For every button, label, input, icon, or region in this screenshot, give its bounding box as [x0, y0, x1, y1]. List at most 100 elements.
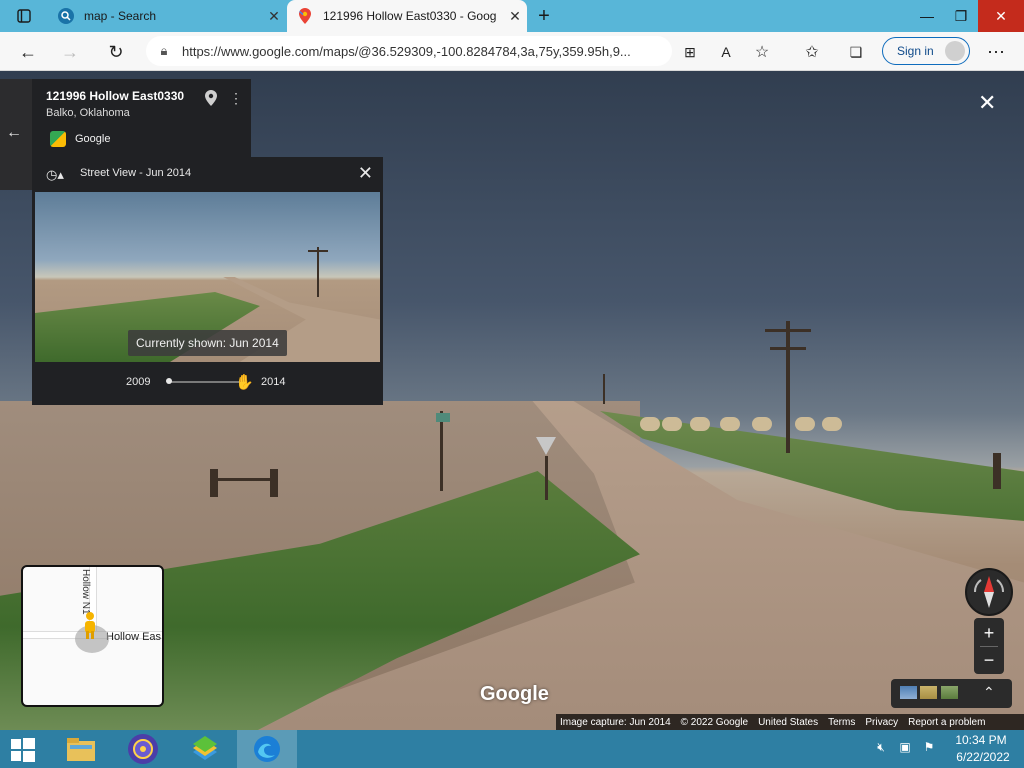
image-capture-date: Image capture: Jun 2014 — [560, 716, 671, 728]
place-subtitle: Balko, Oklahoma — [46, 107, 130, 119]
sign-in-button[interactable]: Sign in — [882, 37, 970, 65]
time-machine-panel: ◷▴ Street View - Jun 2014 ✕ Currently sh… — [32, 157, 383, 405]
imagery-thumbnail[interactable] — [920, 686, 937, 699]
fence-rail — [212, 478, 274, 481]
privacy-link[interactable]: Privacy — [865, 717, 904, 728]
contributor-label[interactable]: Google — [75, 133, 110, 145]
close-icon[interactable]: ✕ — [358, 163, 373, 184]
chevron-up-icon[interactable]: ⌃ — [983, 684, 995, 701]
tab-search[interactable]: map - Search ✕ — [48, 0, 286, 32]
time-machine-title: Street View - Jun 2014 — [80, 167, 192, 179]
collections-icon[interactable]: ❏ — [842, 38, 870, 66]
google-contributor-icon — [50, 131, 66, 147]
slider-handle-hand-icon[interactable]: ✋ — [235, 373, 254, 391]
hay-bale — [690, 417, 710, 431]
hay-bale — [640, 417, 660, 431]
hay-bale — [795, 417, 815, 431]
pegman-icon[interactable] — [83, 611, 97, 641]
minimap-road-label: Hollow N1 — [80, 569, 91, 615]
preview-utility-crossarm — [308, 250, 328, 252]
google-logo: Google — [480, 683, 549, 705]
action-center-flag-icon[interactable]: ⚑ — [921, 740, 937, 756]
sign-in-label: Sign in — [897, 44, 934, 58]
restore-icon[interactable]: ❐ — [944, 0, 978, 32]
zoom-in-button[interactable]: + — [974, 620, 1004, 646]
address-bar[interactable]: 🔒︎ https://www.google.com/maps/@36.52930… — [146, 36, 672, 66]
tab-google-maps[interactable]: 121996 Hollow East0330 - Goog ✕ — [287, 0, 527, 32]
taskbar: 🔇︎ ▣ ⚑ — [0, 730, 1024, 768]
lock-icon: 🔒︎ — [160, 43, 168, 58]
favorites-icon[interactable]: ✩ — [798, 38, 826, 66]
windows-start-icon[interactable] — [10, 737, 36, 763]
place-title: 121996 Hollow East0330 — [46, 89, 185, 103]
utility-pole-crossarm — [765, 329, 811, 332]
network-icon[interactable]: ▣ — [897, 740, 913, 756]
app-circle-icon[interactable] — [113, 730, 173, 768]
refresh-icon[interactable]: ↻ — [102, 38, 130, 66]
back-icon[interactable]: ← — [14, 38, 42, 66]
tab-actions-icon[interactable] — [10, 4, 38, 28]
fence-post — [993, 453, 1001, 489]
volume-muted-icon[interactable]: 🔇︎ — [873, 740, 889, 756]
yield-sign — [536, 437, 556, 455]
history-icon[interactable]: ◷▴ — [46, 167, 64, 183]
hay-bale — [822, 417, 842, 431]
window-close-icon[interactable]: ✕ — [978, 0, 1024, 32]
minimap-road-label: Hollow Eas — [106, 631, 162, 643]
browser-tab-strip: map - Search ✕ 121996 Hollow East0330 - … — [0, 0, 1024, 32]
bluestacks-icon[interactable] — [175, 730, 235, 768]
forward-icon[interactable]: → — [56, 38, 84, 66]
hay-bale — [662, 417, 682, 431]
browser-toolbar: ← → ↻ 🔒︎ https://www.google.com/maps/@36… — [0, 32, 1024, 71]
avatar — [945, 41, 965, 61]
imagery-thumbnail[interactable] — [941, 686, 958, 699]
time-machine-header: ◷▴ Street View - Jun 2014 ✕ — [32, 157, 383, 191]
hay-bale — [752, 417, 772, 431]
copyright: © 2022 Google — [680, 716, 749, 728]
file-explorer-icon[interactable] — [51, 730, 111, 768]
location-pin-icon[interactable] — [205, 90, 217, 109]
back-arrow-icon[interactable]: ← — [6, 124, 22, 142]
year-slider-tick — [166, 378, 172, 384]
preview-utility-pole — [317, 247, 319, 297]
street-sign — [436, 413, 450, 422]
fence-post — [270, 469, 278, 497]
currently-shown-caption: Currently shown: Jun 2014 — [128, 330, 287, 356]
compass-icon[interactable] — [965, 568, 1013, 616]
tab-title: 121996 Hollow East0330 - Goog — [323, 9, 497, 23]
more-options-icon[interactable]: ⋮ — [229, 90, 243, 107]
app-available-icon[interactable]: ⊞ — [676, 38, 704, 66]
map-footer: Image capture: Jun 2014 © 2022 Google Un… — [556, 714, 1024, 730]
layers-strip[interactable]: ⌃ — [891, 679, 1012, 708]
terms-link[interactable]: Terms — [828, 717, 861, 728]
slider-end-year: 2014 — [261, 376, 286, 388]
utility-pole-crossarm — [770, 347, 806, 350]
minimize-icon[interactable]: — — [910, 0, 944, 32]
edge-icon[interactable] — [237, 730, 297, 768]
new-tab-icon[interactable]: + — [530, 4, 558, 28]
sign-post — [440, 411, 443, 491]
zoom-controls: + − — [974, 618, 1004, 674]
fence-post — [210, 469, 218, 497]
close-street-view-icon[interactable]: ✕ — [978, 90, 996, 116]
imagery-thumbnail[interactable] — [900, 686, 917, 699]
close-tab-icon[interactable]: ✕ — [262, 8, 286, 25]
add-favorite-icon[interactable]: ☆ — [748, 38, 776, 66]
sign-post — [545, 456, 548, 500]
settings-more-icon[interactable]: ⋯ — [982, 38, 1010, 66]
utility-pole — [786, 321, 790, 453]
search-icon — [58, 8, 74, 24]
close-tab-icon[interactable]: ✕ — [503, 8, 527, 25]
report-problem-link[interactable]: Report a problem — [908, 717, 991, 728]
zoom-out-button[interactable]: − — [974, 647, 1004, 673]
clock-date[interactable]: 6/22/2022 — [953, 750, 1013, 764]
google-maps-icon — [297, 8, 313, 24]
read-aloud-icon[interactable]: A — [712, 38, 740, 66]
clock-time[interactable]: 10:34 PM — [953, 733, 1009, 747]
utility-pole — [603, 374, 605, 404]
url-text: https://www.google.com/maps/@36.529309,-… — [182, 43, 631, 59]
tab-title: map - Search — [84, 9, 157, 23]
minimap[interactable]: Hollow N1 Hollow Eas — [21, 565, 164, 707]
country-link[interactable]: United States — [758, 717, 824, 728]
slider-start-year: 2009 — [126, 376, 151, 388]
